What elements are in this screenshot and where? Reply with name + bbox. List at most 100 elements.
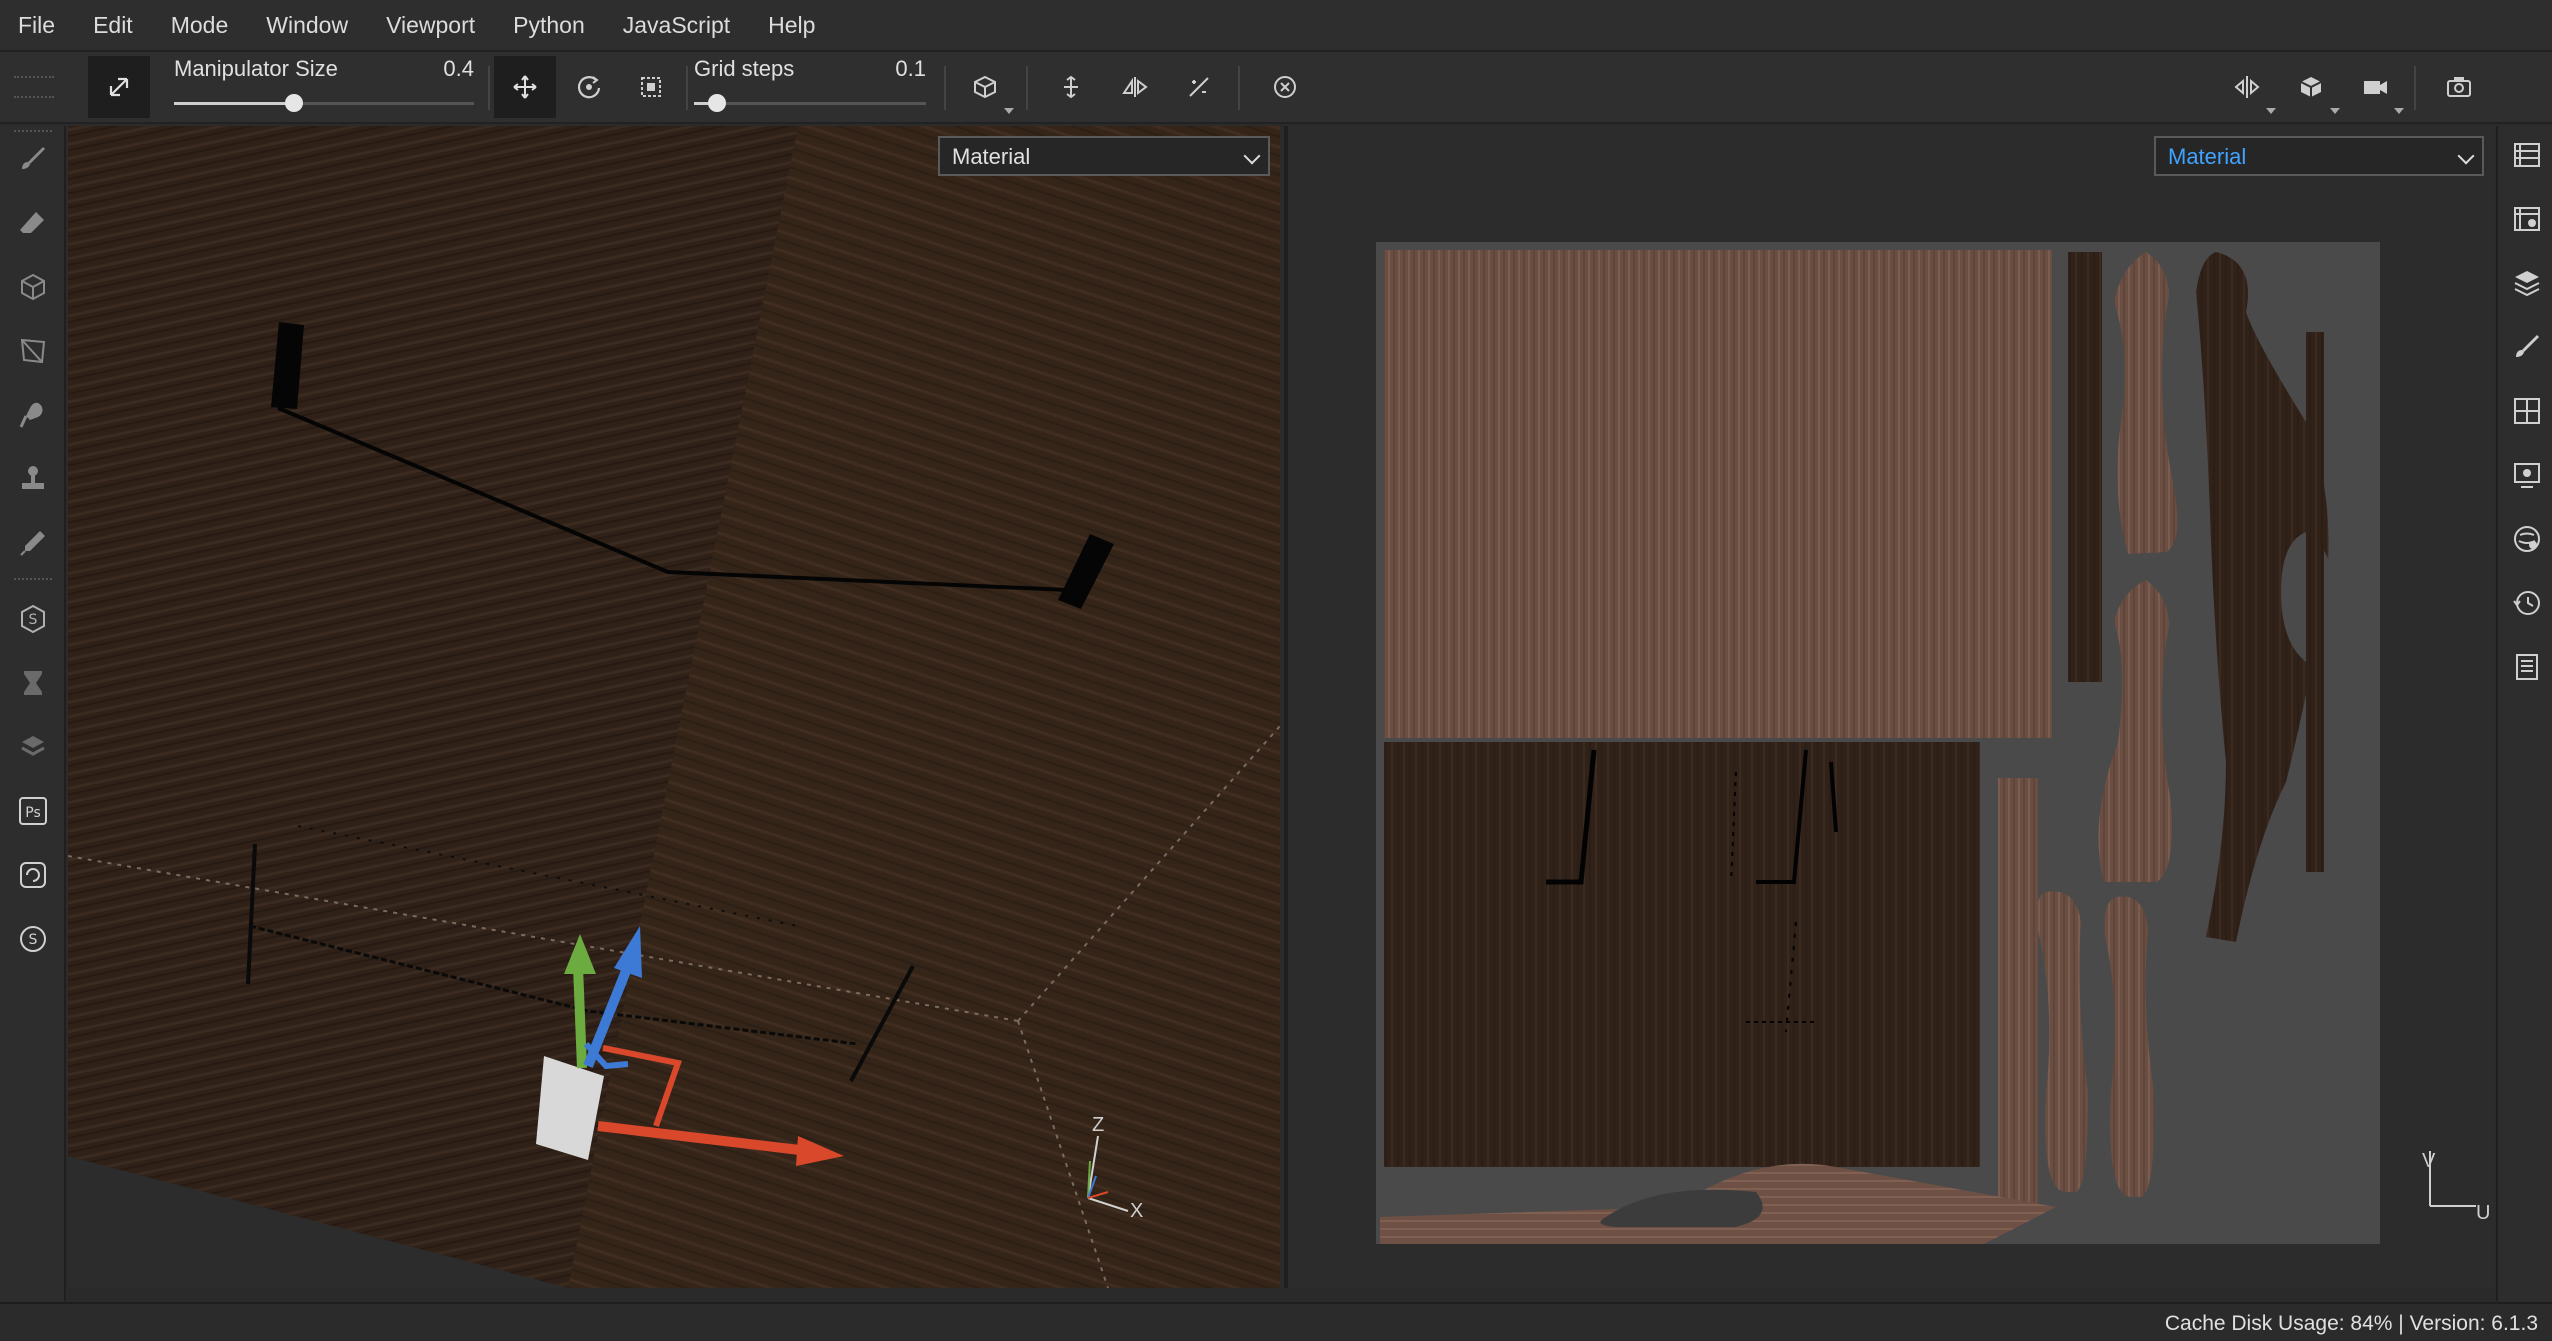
properties-icon (2516, 335, 2539, 357)
bake-button[interactable] (10, 660, 56, 706)
log-button[interactable] (2504, 644, 2550, 690)
axis-x-label: X (1130, 1200, 1144, 1222)
symmetry-button[interactable] (1104, 56, 1166, 118)
texture-set-list-button[interactable] (2504, 132, 2550, 178)
log-icon (2516, 654, 2538, 680)
menu-javascript[interactable]: JavaScript (623, 12, 730, 39)
transform-button[interactable] (88, 56, 150, 118)
manipulator-size-track[interactable] (174, 94, 474, 112)
menu-python[interactable]: Python (513, 12, 585, 39)
chevron-down-icon (2394, 108, 2404, 114)
manipulator-size-value[interactable]: 0.4 (443, 56, 474, 82)
manipulator-size-slider[interactable]: Manipulator Size 0.4 (174, 52, 482, 124)
toolbar: Manipulator Size 0.4 Grid steps 0.1 (0, 52, 2552, 124)
grid-steps-value[interactable]: 0.1 (895, 56, 926, 82)
slash-button[interactable] (1168, 56, 1230, 118)
viewport-2d-channel-dropdown[interactable]: Material (2154, 136, 2484, 176)
scale-button[interactable] (620, 56, 682, 118)
color-picker-tool-button[interactable] (10, 520, 56, 566)
viewer-settings-button[interactable] (2504, 452, 2550, 498)
polygon-fill-icon (20, 338, 46, 364)
cube-dropdown-button[interactable] (954, 56, 1016, 118)
screenshot-icon (2447, 77, 2471, 97)
snap-icon (1064, 75, 1078, 99)
display-settings-button[interactable] (2504, 388, 2550, 434)
viewport-3d[interactable]: Z X Material (68, 126, 1280, 1288)
projection-icon (21, 273, 45, 301)
chevron-down-icon (1243, 147, 1261, 165)
texture-set-settings-icon (2514, 207, 2540, 231)
rotate-icon (577, 76, 601, 99)
cube-view-dropdown-button[interactable] (2280, 56, 2342, 118)
substance-source-button[interactable]: S (10, 916, 56, 962)
uv-canvas[interactable] (1376, 242, 2380, 1244)
mirror-dropdown-button[interactable] (2216, 56, 2278, 118)
texture-set-settings-button[interactable] (2504, 196, 2550, 242)
smudge-tool-button[interactable] (10, 392, 56, 438)
grid-steps-thumb[interactable] (708, 94, 727, 112)
snap-button[interactable] (1040, 56, 1102, 118)
chevron-down-icon (2266, 108, 2276, 114)
photoshop-icon: Ps (19, 797, 47, 825)
substance-icon: S (21, 604, 45, 634)
clear-icon (1274, 76, 1296, 98)
slash-icon (1189, 77, 1209, 97)
status-bar: Cache Disk Usage: 84% | Version: 6.1.3 (0, 1302, 2552, 1341)
menu-mode[interactable]: Mode (171, 12, 229, 39)
viewport-3d-channel-dropdown[interactable]: Material (938, 136, 1270, 176)
sync-icon (20, 862, 46, 888)
history-icon (2513, 591, 2540, 615)
status-text: Cache Disk Usage: 84% | Version: 6.1.3 (2164, 1312, 2538, 1335)
toolbar-grip[interactable] (14, 76, 54, 98)
toolbar-separator (944, 66, 946, 110)
photoshop-button[interactable]: Ps (10, 788, 56, 834)
screenshot-button[interactable] (2428, 56, 2490, 118)
axis-z-label: Z (1092, 1114, 1105, 1136)
manipulator-size-fill (174, 102, 294, 105)
viewport-2d[interactable]: Material V U (1284, 126, 2494, 1288)
manipulator-size-label: Manipulator Size (174, 56, 338, 81)
grid-steps-label: Grid steps (694, 56, 795, 81)
polygon-fill-tool-button[interactable] (10, 328, 56, 374)
texture-set-list-icon (2514, 143, 2540, 167)
toolbar-separator (488, 66, 490, 110)
transform-icon (109, 77, 129, 97)
cube-icon (974, 75, 996, 99)
menu-edit[interactable]: Edit (93, 12, 133, 39)
grid-steps-slider[interactable]: Grid steps 0.1 (694, 52, 934, 124)
uv-texture-layout[interactable] (1376, 242, 2380, 1244)
menu-help[interactable]: Help (768, 12, 815, 39)
move-button[interactable] (494, 56, 556, 118)
rotate-button[interactable] (558, 56, 620, 118)
properties-button[interactable] (2504, 324, 2550, 370)
menu-file[interactable]: File (18, 12, 55, 39)
clear-button[interactable] (1254, 56, 1316, 118)
scale-icon (641, 77, 661, 97)
paint-brush-icon (22, 147, 45, 169)
shader-settings-button[interactable] (2504, 516, 2550, 562)
projection-tool-button[interactable] (10, 264, 56, 310)
toolbar-separator (1238, 66, 1240, 110)
sync-button[interactable] (10, 852, 56, 898)
history-button[interactable] (2504, 580, 2550, 626)
menu-window[interactable]: Window (266, 12, 348, 39)
viewport-3d-channel-value: Material (952, 144, 1031, 169)
eraser-tool-button[interactable] (10, 200, 56, 246)
layers-button[interactable] (2504, 260, 2550, 306)
share-button[interactable] (10, 724, 56, 770)
smudge-icon (19, 402, 43, 428)
grid-steps-track[interactable] (694, 94, 926, 112)
color-picker-icon (20, 531, 45, 556)
substance-button[interactable]: S (10, 596, 56, 642)
tool-shelf: S Ps S (0, 126, 66, 1301)
clone-tool-button[interactable] (10, 456, 56, 502)
toolbar-separator (686, 66, 688, 110)
horizontal-scrollbar[interactable] (68, 1288, 2496, 1302)
viewer-settings-icon (2514, 463, 2540, 488)
manipulator-size-thumb[interactable] (285, 94, 303, 112)
camera-dropdown-button[interactable] (2344, 56, 2406, 118)
paint-tool-button[interactable] (10, 136, 56, 182)
menu-viewport[interactable]: Viewport (386, 12, 475, 39)
viewport-2d-channel-value: Material (2168, 144, 2247, 169)
tool-shelf-grip[interactable] (14, 578, 52, 584)
